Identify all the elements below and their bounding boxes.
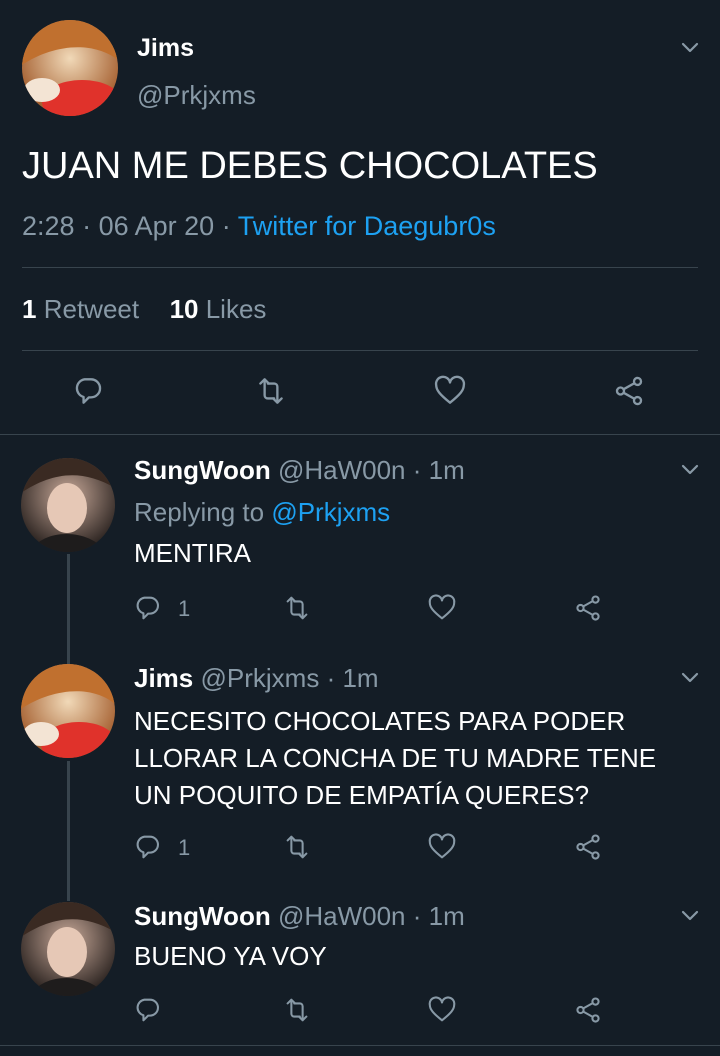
likes-count: 10 [169, 294, 199, 324]
retweet-label: Retweet [43, 294, 140, 324]
likes-stat[interactable]: 10 Likes [170, 294, 267, 324]
chevron-down-icon[interactable] [680, 460, 700, 485]
tweet-stats: 1 Retweet 10 Likes [22, 294, 266, 325]
reply-time: · 1m [326, 663, 379, 693]
divider [0, 434, 720, 435]
chevron-down-icon[interactable] [680, 668, 700, 693]
tweet-meta: 2:28 · 06 Apr 20 · Twitter for Daegubr0s [22, 211, 496, 242]
author-handle[interactable]: @HaW00n [278, 901, 406, 931]
author-handle[interactable]: @HaW00n [278, 455, 406, 485]
reply-header: Jims @Prkjxms · 1m [134, 663, 379, 694]
author-name[interactable]: SungWoon [134, 455, 271, 485]
reply-icon[interactable] [135, 832, 165, 862]
reply-count: 1 [178, 835, 191, 860]
reply-text-line: NECESITO CHOCOLATES PARA PODER [134, 706, 626, 736]
reply-text-line: UN POQUITO DE EMPATÍA QUERES? [134, 780, 590, 810]
retweet-icon[interactable] [254, 374, 288, 408]
reply-icon[interactable] [135, 995, 165, 1025]
reply-text: MENTIRA [134, 538, 251, 568]
reply-header: SungWoon @HaW00n · 1m [134, 455, 465, 486]
tweet-time: 2:28 [22, 211, 75, 241]
share-icon[interactable] [573, 995, 603, 1025]
divider [0, 1045, 720, 1046]
reply-time: · 1m [412, 901, 465, 931]
like-icon[interactable] [427, 593, 457, 623]
meta-dot: · [221, 211, 231, 241]
avatar[interactable] [21, 458, 115, 552]
retweet-icon[interactable] [282, 832, 312, 862]
author-name[interactable]: Jims [134, 663, 193, 693]
reply-icon[interactable] [74, 374, 108, 408]
retweet-count: 1 [22, 294, 37, 324]
replying-to-link[interactable]: @Prkjxms [271, 497, 390, 527]
share-icon[interactable] [573, 593, 603, 623]
like-icon[interactable] [427, 832, 457, 862]
author-handle[interactable]: @Prkjxms [137, 80, 256, 111]
tweet-source-link[interactable]: Twitter for Daegubr0s [238, 211, 496, 241]
tweet-date: 06 Apr 20 [98, 211, 215, 241]
like-icon[interactable] [433, 374, 467, 408]
chevron-down-icon[interactable] [680, 906, 700, 931]
reply-text-line: LLORAR LA CONCHA DE TU MADRE TENE [134, 743, 657, 773]
divider [22, 350, 698, 351]
retweet-icon[interactable] [282, 995, 312, 1025]
avatar[interactable] [21, 902, 115, 996]
retweet-icon[interactable] [282, 593, 312, 623]
avatar[interactable] [21, 664, 115, 758]
replying-to: Replying to @Prkjxms [134, 497, 390, 528]
retweet-stat[interactable]: 1 Retweet [22, 294, 139, 324]
author-name[interactable]: Jims [137, 34, 194, 63]
divider [22, 267, 698, 268]
reply-text: BUENO YA VOY [134, 941, 327, 971]
meta-dot: · [82, 211, 92, 241]
reply-text: NECESITO CHOCOLATES PARA PODER LLORAR LA… [134, 703, 656, 814]
replying-to-prefix: Replying to [134, 497, 265, 527]
thread-line [67, 761, 70, 901]
reply-count: 1 [178, 596, 191, 621]
share-icon[interactable] [612, 374, 646, 408]
reply-icon[interactable] [135, 593, 165, 623]
chevron-down-icon[interactable] [680, 38, 700, 63]
reply-time: · 1m [412, 455, 465, 485]
tweet-text: JUAN ME DEBES CHOCOLATES [22, 145, 598, 187]
author-name[interactable]: SungWoon [134, 901, 271, 931]
thread-line [67, 554, 70, 664]
share-icon[interactable] [573, 832, 603, 862]
likes-label: Likes [205, 294, 267, 324]
avatar[interactable] [22, 20, 118, 116]
author-handle[interactable]: @Prkjxms [201, 663, 320, 693]
like-icon[interactable] [427, 995, 457, 1025]
reply-header: SungWoon @HaW00n · 1m [134, 901, 465, 932]
